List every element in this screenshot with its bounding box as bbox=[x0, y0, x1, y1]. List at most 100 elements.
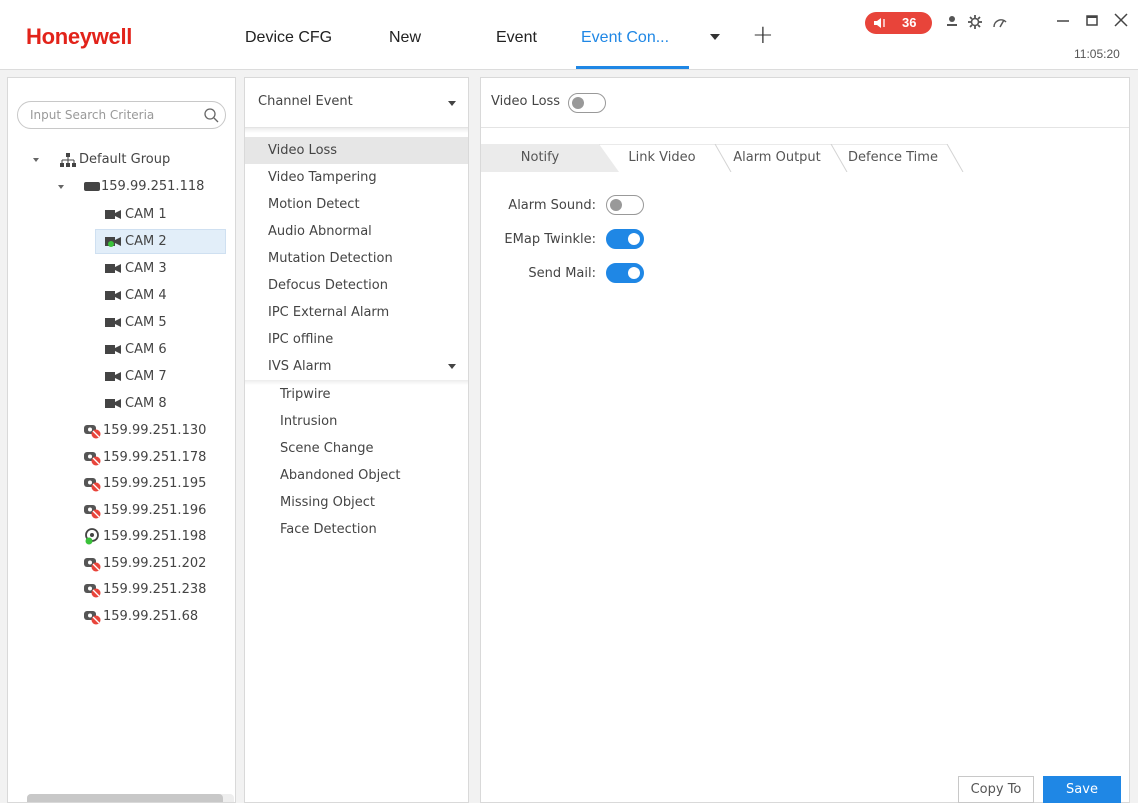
save-button[interactable]: Save bbox=[1043, 776, 1121, 803]
toggle-knob bbox=[628, 233, 640, 245]
alarm-count-badge[interactable]: 36 bbox=[865, 12, 932, 34]
event-item[interactable]: Audio Abnormal bbox=[245, 218, 468, 245]
tree-node-default-group[interactable]: Default Group bbox=[8, 147, 235, 172]
tree-node-device[interactable]: 159.99.251.196 bbox=[8, 498, 235, 523]
close-icon[interactable] bbox=[1112, 11, 1130, 29]
tab-event[interactable]: Event bbox=[496, 29, 537, 47]
tree-node-label: Default Group bbox=[79, 152, 171, 167]
ivs-event-item[interactable]: Tripwire bbox=[245, 381, 468, 408]
tree-node-device[interactable]: 159.99.251.130 bbox=[8, 418, 235, 443]
expand-arrow-icon[interactable] bbox=[33, 158, 39, 162]
emap-twinkle-toggle[interactable] bbox=[606, 229, 644, 249]
tree-node-device[interactable]: 159.99.251.238 bbox=[8, 577, 235, 602]
ivs-event-item[interactable]: Scene Change bbox=[245, 435, 468, 462]
event-group-ivs-alarm[interactable]: IVS Alarm bbox=[245, 353, 468, 380]
horizontal-scrollbar-thumb[interactable] bbox=[27, 794, 223, 802]
clock: 11:05:20 bbox=[1074, 47, 1120, 61]
camera-icon bbox=[105, 399, 121, 408]
active-tab-indicator bbox=[576, 66, 689, 69]
ip-camera-offline-icon bbox=[84, 610, 101, 624]
tree-node-label: CAM 3 bbox=[125, 261, 167, 276]
expand-arrow-icon[interactable] bbox=[58, 185, 64, 189]
search-input[interactable] bbox=[30, 106, 190, 124]
tree-node-label: CAM 4 bbox=[125, 288, 167, 303]
search-icon[interactable] bbox=[203, 107, 219, 123]
event-item[interactable]: Mutation Detection bbox=[245, 245, 468, 272]
tree-node-camera[interactable]: CAM 8 bbox=[8, 391, 235, 416]
event-item[interactable]: Video Tampering bbox=[245, 164, 468, 191]
toggle-knob bbox=[610, 199, 622, 211]
event-enable-toggle[interactable] bbox=[568, 93, 606, 113]
ip-camera-offline-icon bbox=[84, 557, 101, 571]
performance-meter-icon[interactable] bbox=[991, 13, 1009, 31]
speaker-icon bbox=[874, 18, 885, 28]
tree-node-device[interactable]: 159.99.251.68 bbox=[8, 604, 235, 629]
tree-node-label: 159.99.251.202 bbox=[103, 555, 207, 571]
subtab-defence-time[interactable]: Defence Time bbox=[834, 144, 952, 172]
ip-camera-offline-icon bbox=[84, 504, 101, 518]
tab-new[interactable]: New bbox=[389, 29, 421, 47]
alarm-sound-toggle[interactable] bbox=[606, 195, 644, 215]
user-icon[interactable] bbox=[943, 13, 961, 31]
nvr-device-icon bbox=[84, 182, 100, 191]
settings-gear-icon[interactable] bbox=[966, 13, 984, 31]
tree-node-device[interactable]: 159.99.251.118 bbox=[8, 174, 235, 199]
event-item[interactable]: IPC External Alarm bbox=[245, 299, 468, 326]
camera-icon bbox=[105, 345, 121, 354]
send-mail-toggle[interactable] bbox=[606, 263, 644, 283]
event-item[interactable]: IPC offline bbox=[245, 326, 468, 353]
tree-node-label: CAM 5 bbox=[125, 315, 167, 330]
copy-to-button[interactable]: Copy To bbox=[958, 776, 1034, 803]
tree-node-camera[interactable]: CAM 3 bbox=[8, 256, 235, 281]
ivs-event-item[interactable]: Missing Object bbox=[245, 489, 468, 516]
tree-node-camera[interactable]: CAM 5 bbox=[8, 310, 235, 335]
ip-camera-offline-icon bbox=[84, 451, 101, 465]
tree-node-label: 159.99.251.178 bbox=[103, 449, 207, 465]
ivs-event-item[interactable]: Abandoned Object bbox=[245, 462, 468, 489]
tree-node-camera[interactable]: CAM 1 bbox=[8, 202, 235, 227]
tree-node-device[interactable]: 159.99.251.198 bbox=[8, 524, 235, 549]
tree-node-label: 159.99.251.198 bbox=[103, 529, 207, 544]
tree-node-camera[interactable]: CAM 6 bbox=[8, 337, 235, 362]
ivs-event-item[interactable]: Intrusion bbox=[245, 408, 468, 435]
add-tab-icon[interactable]: + bbox=[752, 22, 774, 48]
alarm-count: 36 bbox=[902, 15, 917, 30]
event-category-select[interactable]: Channel Event bbox=[245, 78, 468, 128]
tree-node-camera[interactable]: CAM 4 bbox=[8, 283, 235, 308]
event-enable-header: Video Loss bbox=[481, 78, 1129, 128]
camera-icon bbox=[105, 291, 121, 300]
subtab-alarm-output[interactable]: Alarm Output bbox=[718, 144, 836, 172]
tab-list-dropdown-icon[interactable] bbox=[710, 34, 720, 40]
subtab-link-video[interactable]: Link Video bbox=[603, 144, 721, 172]
tree-node-label: CAM 1 bbox=[125, 207, 167, 222]
tab-event-config[interactable]: Event Con... bbox=[581, 29, 669, 47]
chevron-down-icon bbox=[448, 364, 456, 369]
event-config-panel: Video Loss Notify Link Video Alarm Outpu… bbox=[480, 77, 1130, 803]
tree-node-label: CAM 6 bbox=[125, 342, 167, 357]
tree-node-camera[interactable]: CAM 7 bbox=[8, 364, 235, 389]
tree-node-device[interactable]: 159.99.251.178 bbox=[8, 445, 235, 470]
app-window: Honeywell Device CFG New Event Event Con… bbox=[0, 0, 1138, 803]
chevron-down-icon bbox=[448, 101, 456, 106]
subtab-notify[interactable]: Notify bbox=[481, 144, 599, 172]
tab-device-cfg[interactable]: Device CFG bbox=[245, 29, 332, 47]
device-tree-panel: Default Group 159.99.251.118 CAM 1 CAM 2 C… bbox=[7, 77, 236, 803]
alarm-sound-label: Alarm Sound: bbox=[508, 198, 596, 213]
tree-node-device[interactable]: 159.99.251.195 bbox=[8, 471, 235, 496]
camera-icon bbox=[105, 210, 121, 219]
event-item[interactable]: Motion Detect bbox=[245, 191, 468, 218]
search-box bbox=[17, 101, 226, 129]
tree-node-camera[interactable]: CAM 2 bbox=[95, 229, 226, 254]
event-item[interactable]: Defocus Detection bbox=[245, 272, 468, 299]
event-type-panel: Channel Event Video Loss Video Tampering M… bbox=[244, 77, 469, 803]
tree-node-device[interactable]: 159.99.251.202 bbox=[8, 551, 235, 576]
emap-twinkle-label: EMap Twinkle: bbox=[504, 232, 596, 247]
select-value: Channel Event bbox=[258, 94, 353, 109]
event-item[interactable]: Video Loss bbox=[245, 137, 468, 164]
tree-node-label: CAM 2 bbox=[125, 234, 167, 249]
config-subtabs: Notify Link Video Alarm Output Defence T… bbox=[481, 144, 1129, 172]
toggle-knob bbox=[572, 97, 584, 109]
maximize-icon[interactable] bbox=[1083, 11, 1101, 29]
minimize-icon[interactable] bbox=[1054, 11, 1072, 29]
ivs-event-item[interactable]: Face Detection bbox=[245, 516, 468, 543]
